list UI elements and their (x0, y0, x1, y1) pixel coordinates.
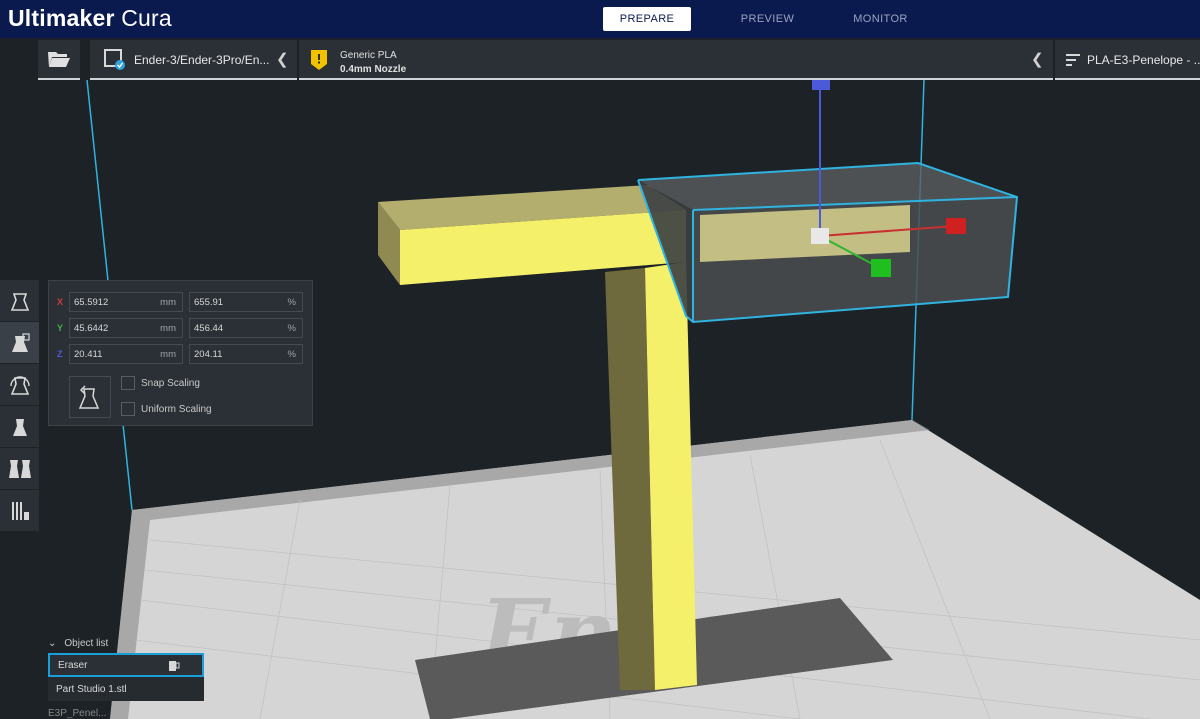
uniform-scaling-option[interactable]: Uniform Scaling (121, 402, 212, 416)
per-model-settings-icon (8, 459, 31, 478)
object-list-item-eraser[interactable]: Eraser (48, 653, 204, 677)
z-mm-input[interactable]: 20.411 mm (69, 344, 183, 364)
stage-tabs: PREPARE PREVIEW MONITOR (603, 7, 941, 31)
print-settings-selector[interactable]: PLA-E3-Penelope - ...ic (1055, 40, 1200, 80)
scale-tool-panel: X 65.5912 mm 655.91% Y 45.6442 mm 456.44% … (48, 280, 313, 426)
top-header: Ultimaker Cura PREPARE PREVIEW MONITOR (0, 0, 1200, 38)
tab-preview[interactable]: PREVIEW (715, 7, 820, 31)
snap-scaling-checkbox[interactable] (121, 376, 135, 390)
tab-monitor[interactable]: MONITOR (828, 7, 933, 31)
warning-badge-icon (311, 50, 327, 70)
mirror-tool-icon (12, 418, 27, 436)
rotate-tool-button[interactable] (0, 364, 39, 406)
open-file-button[interactable] (38, 40, 80, 80)
y-percent-input[interactable]: 456.44% (189, 318, 303, 338)
scale-y-row: Y 45.6442 mm 456.44% (57, 318, 309, 338)
y-mm-input[interactable]: 45.6442 mm (69, 318, 183, 338)
printer-selector[interactable]: Ender-3/Ender-3Pro/En... ❮ (90, 40, 297, 80)
printer-connected-icon (104, 49, 125, 70)
chevron-down-icon: ⌄ (48, 637, 57, 649)
partial-job-name: E3P_Penel... (48, 708, 107, 719)
app-title: Ultimaker Cura (8, 5, 172, 31)
scale-tool-button[interactable] (0, 322, 39, 364)
z-percent-input[interactable]: 204.11% (189, 344, 303, 364)
move-tool-icon (10, 292, 29, 311)
eraser-icon (169, 661, 180, 671)
x-mm-input[interactable]: 65.5912 mm (69, 292, 183, 312)
scale-z-row: Z 20.411 mm 204.11% (57, 344, 309, 364)
support-blocker-icon (11, 501, 29, 520)
scale-x-row: X 65.5912 mm 655.91% (57, 292, 309, 312)
x-scale-handle (946, 218, 966, 234)
per-model-settings-button[interactable] (0, 448, 39, 490)
material-name: Generic PLA (340, 50, 397, 61)
tool-column (0, 280, 39, 532)
object-list-header[interactable]: ⌄ Object list (48, 633, 204, 653)
snap-scaling-option[interactable]: Snap Scaling (121, 376, 200, 390)
z-axis-label: Z (57, 349, 63, 359)
nozzle-name: 0.4mm Nozzle (340, 64, 407, 75)
profile-name: PLA-E3-Penelope - ...ic (1087, 53, 1200, 67)
x-axis-label: X (57, 297, 64, 307)
move-tool-button[interactable] (0, 280, 39, 322)
tab-prepare[interactable]: PREPARE (603, 7, 691, 31)
printer-name: Ender-3/Ender-3Pro/En... (134, 53, 270, 67)
rotate-tool-icon (9, 375, 30, 395)
uniform-scale-handle (811, 228, 829, 244)
chevron-left-icon[interactable]: ❮ (276, 50, 289, 68)
reset-scale-button[interactable] (69, 376, 111, 418)
object-list-item-part-studio[interactable]: Part Studio 1.stl (48, 677, 204, 701)
scale-tool-icon (11, 332, 30, 352)
object-list: ⌄ Object list Eraser Part Studio 1.stl (48, 633, 204, 701)
uniform-scaling-checkbox[interactable] (121, 402, 135, 416)
settings-profile-icon (1066, 54, 1080, 66)
folder-open-icon (48, 52, 70, 67)
y-axis-label: Y (57, 323, 64, 333)
mirror-tool-button[interactable] (0, 406, 39, 448)
chevron-left-icon[interactable]: ❮ (1031, 50, 1044, 68)
scale-reset-icon (78, 385, 100, 409)
main-toolbar: Ender-3/Ender-3Pro/En... ❮ Generic PLA 0… (0, 38, 1200, 82)
support-blocker-button[interactable] (0, 490, 39, 532)
x-percent-input[interactable]: 655.91% (189, 292, 303, 312)
snap-scaling-label: Snap Scaling (141, 377, 200, 389)
material-selector[interactable]: Generic PLA 0.4mm Nozzle ❮ (299, 40, 1053, 80)
y-scale-handle (871, 259, 891, 277)
cura-window: Ender Ultimaker Cura PREPARE PREVIEW MON… (0, 0, 1200, 719)
uniform-scaling-label: Uniform Scaling (141, 403, 212, 415)
